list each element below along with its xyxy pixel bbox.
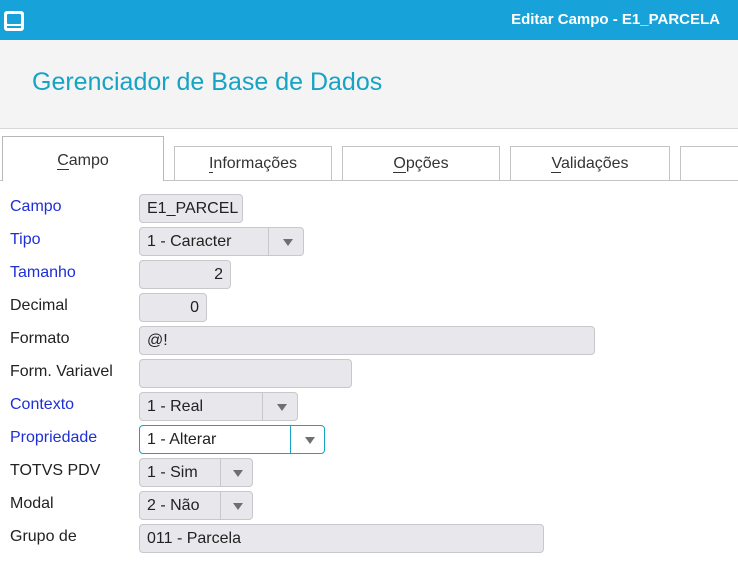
tamanho-value: 2 <box>214 266 223 283</box>
form-variavel-label: Form. Variavel <box>10 363 113 380</box>
decimal-field[interactable]: 0 <box>139 293 207 322</box>
window-titlebar: Editar Campo - E1_PARCELA <box>0 0 738 40</box>
window-title: Editar Campo - E1_PARCELA <box>511 11 720 28</box>
tab-campo-label: Campo <box>57 152 109 170</box>
contexto-select[interactable]: 1 - Real <box>139 392 298 421</box>
contexto-dropdown-icon[interactable] <box>277 404 287 411</box>
page-header: Gerenciador de Base de Dados <box>0 40 738 129</box>
tipo-value: 1 - Caracter <box>147 233 232 250</box>
decimal-value: 0 <box>190 299 199 316</box>
totvs-pdv-value: 1 - Sim <box>147 464 198 481</box>
modal-dropdown-icon[interactable] <box>233 503 243 510</box>
tamanho-field[interactable]: 2 <box>139 260 231 289</box>
tab-opcoes-label: Opções <box>393 155 449 173</box>
contexto-label: Contexto <box>10 396 75 413</box>
modal-value: 2 - Não <box>147 497 200 514</box>
grupo-field[interactable]: 011 - Parcela <box>139 524 544 553</box>
grupo-value: 011 - Parcela <box>147 530 241 547</box>
propriedade-dropdown-icon[interactable] <box>305 437 315 444</box>
modal-label: Modal <box>10 495 54 512</box>
tipo-label: Tipo <box>10 231 41 248</box>
tamanho-label: Tamanho <box>10 264 76 281</box>
tipo-select[interactable]: 1 - Caracter <box>139 227 304 256</box>
formato-value: @! <box>147 332 168 349</box>
propriedade-select[interactable]: 1 - Alterar <box>139 425 325 454</box>
formato-label: Formato <box>10 330 70 347</box>
totvs-pdv-dropdown-icon[interactable] <box>233 470 243 477</box>
decimal-label: Decimal <box>10 297 68 314</box>
grupo-label: Grupo de <box>10 528 77 545</box>
tab-validacoes-label: Validações <box>551 155 629 173</box>
tab-informacoes[interactable]: Informações <box>174 146 332 180</box>
tab-validacoes[interactable]: Validações <box>510 146 670 180</box>
contexto-value: 1 - Real <box>147 398 204 415</box>
tab-more[interactable] <box>680 146 738 180</box>
modal-select[interactable]: 2 - Não <box>139 491 253 520</box>
tab-campo[interactable]: Campo <box>2 136 164 181</box>
propriedade-label: Propriedade <box>10 429 98 446</box>
form-variavel-field[interactable] <box>139 359 352 388</box>
campo-field[interactable]: E1_PARCEL <box>139 194 243 223</box>
campo-value: E1_PARCEL <box>147 200 239 217</box>
tipo-dropdown-icon[interactable] <box>283 239 293 246</box>
totvs-pdv-select[interactable]: 1 - Sim <box>139 458 253 487</box>
tab-opcoes[interactable]: Opções <box>342 146 500 180</box>
propriedade-value: 1 - Alterar <box>147 431 217 448</box>
totvs-pdv-label: TOTVS PDV <box>10 462 101 479</box>
app-window-icon[interactable] <box>4 11 24 31</box>
tab-informacoes-label: Informações <box>208 155 298 173</box>
campo-label: Campo <box>10 198 62 215</box>
formato-field[interactable]: @! <box>139 326 595 355</box>
page-title: Gerenciador de Base de Dados <box>32 68 383 96</box>
